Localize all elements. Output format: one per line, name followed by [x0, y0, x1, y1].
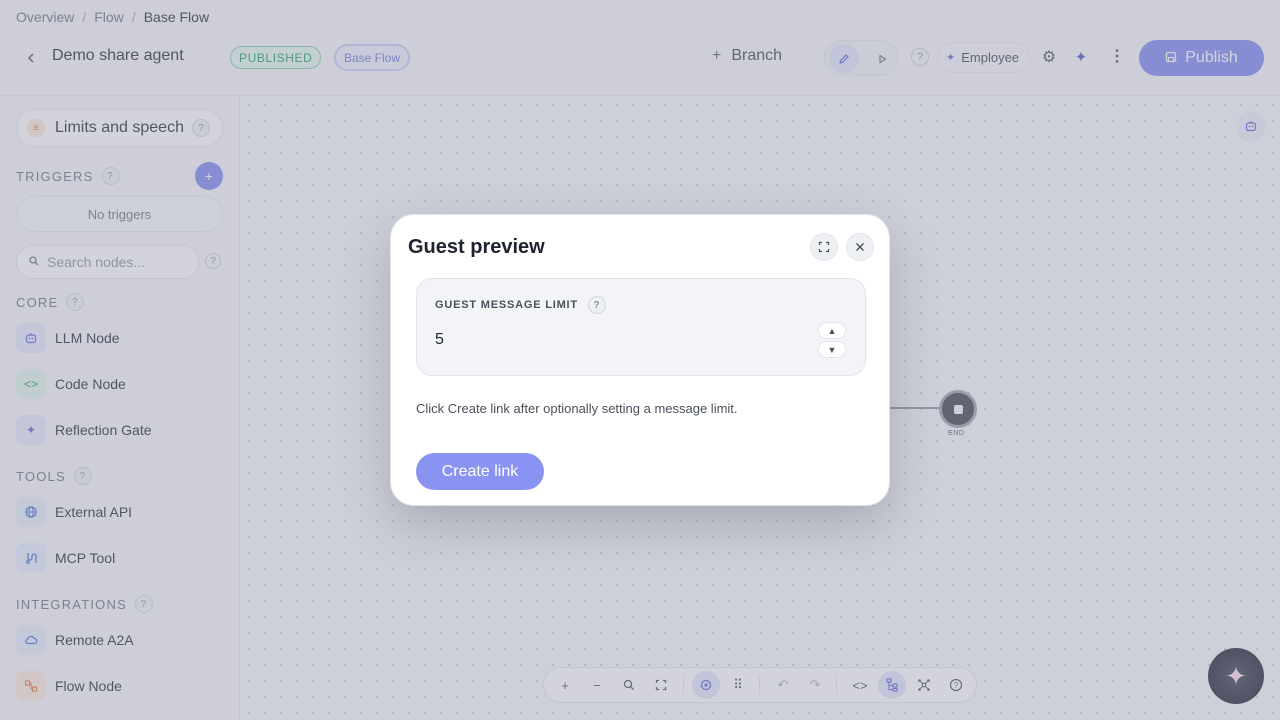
message-limit-heading: GUEST MESSAGE LIMIT ? [435, 296, 606, 314]
message-limit-label: GUEST MESSAGE LIMIT [435, 299, 578, 311]
create-link-button[interactable]: Create link [416, 453, 544, 490]
close-icon[interactable] [846, 233, 874, 261]
stepper-down-icon[interactable]: ▼ [818, 341, 846, 358]
dialog-hint: Click Create link after optionally setti… [416, 401, 738, 416]
quantity-stepper: ▲ ▼ [818, 322, 848, 360]
guest-preview-dialog: Guest preview GUEST MESSAGE LIMIT ? 5 ▲ … [390, 214, 890, 506]
dialog-title: Guest preview [408, 236, 545, 258]
expand-icon[interactable] [810, 233, 838, 261]
message-limit-input[interactable]: 5 [435, 331, 444, 349]
help-icon[interactable]: ? [587, 296, 606, 314]
message-limit-field: GUEST MESSAGE LIMIT ? 5 ▲ ▼ [416, 278, 866, 376]
stepper-up-icon[interactable]: ▲ [818, 322, 846, 339]
